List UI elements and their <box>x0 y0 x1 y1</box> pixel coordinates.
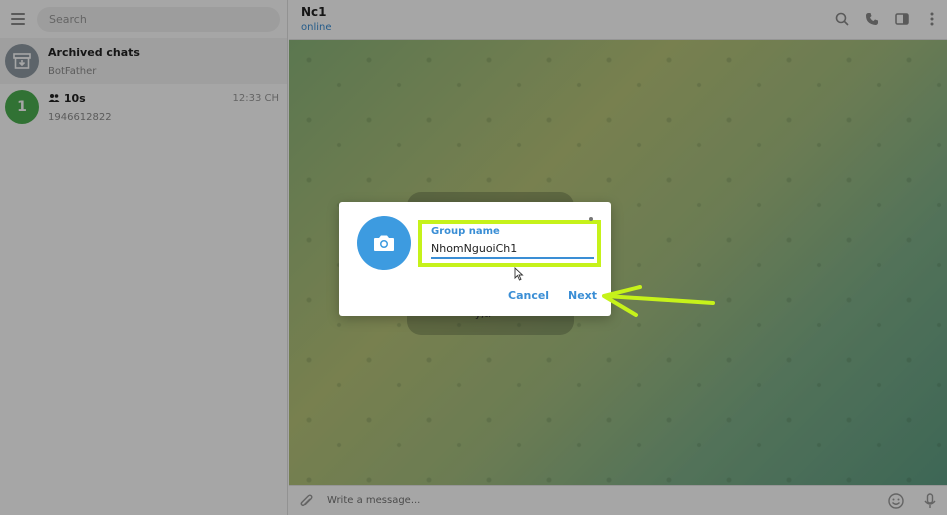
emoji-dot <box>589 217 593 221</box>
new-group-dialog: Group name Cancel Next <box>339 202 611 316</box>
group-name-input[interactable] <box>431 239 594 259</box>
cancel-button[interactable]: Cancel <box>508 289 549 302</box>
mouse-cursor-icon <box>514 266 524 284</box>
camera-icon[interactable] <box>357 216 411 270</box>
annotation-arrow-icon <box>598 283 718 322</box>
next-button[interactable]: Next <box>568 289 597 302</box>
group-name-label: Group name <box>431 226 500 237</box>
